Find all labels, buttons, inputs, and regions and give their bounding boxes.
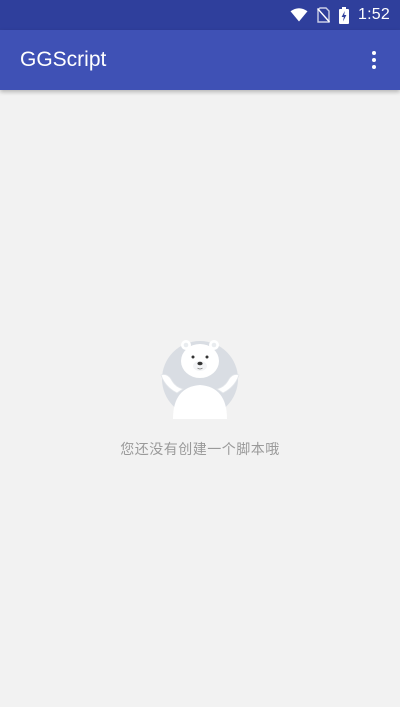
status-icons: 1:52 (290, 6, 390, 24)
empty-state-message: 您还没有创建一个脚本哦 (120, 442, 280, 458)
app-title: GGScript (20, 48, 107, 71)
battery-charging-icon (339, 6, 350, 24)
status-bar: 1:52 (0, 0, 400, 30)
status-time: 1:52 (358, 6, 390, 23)
app-bar: GGScript (0, 30, 400, 90)
wifi-icon (290, 8, 308, 22)
empty-state: 您还没有创建一个脚本哦 (0, 335, 400, 459)
no-sim-icon (317, 7, 331, 23)
main-content: 您还没有创建一个脚本哦 (0, 90, 400, 707)
more-vert-icon[interactable] (362, 40, 386, 80)
polar-bear-shrug-icon (160, 340, 240, 419)
